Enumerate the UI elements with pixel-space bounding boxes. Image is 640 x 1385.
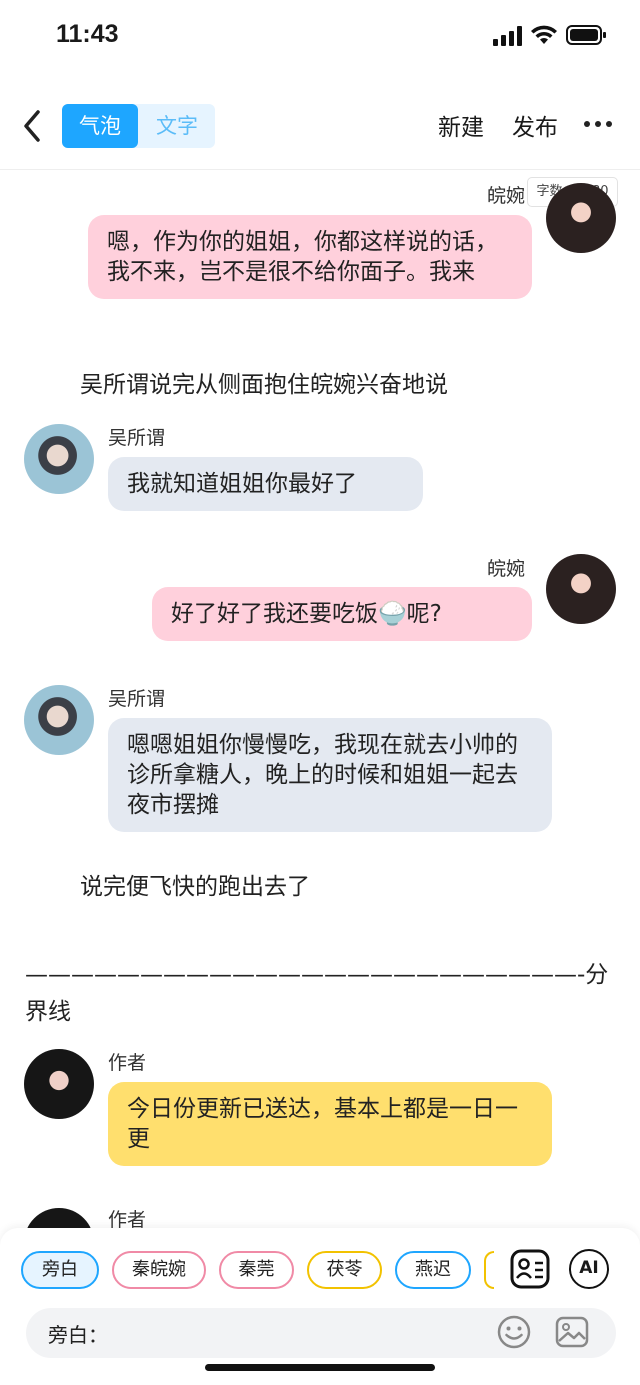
role-chip[interactable]: 秦皖婉 [112, 1251, 206, 1289]
status-bar: 11:43 [0, 0, 640, 70]
narration-text[interactable]: 吴所谓说完从侧面抱住皖婉兴奋地说 [80, 365, 448, 399]
role-chip-partial[interactable] [484, 1251, 494, 1289]
role-chip[interactable]: 燕迟 [395, 1251, 471, 1289]
status-time: 11:43 [56, 20, 119, 48]
ai-button[interactable]: AI [569, 1249, 609, 1289]
bottom-panel: 旁白 秦皖婉 秦莞 茯苓 燕迟 AI 旁白： [0, 1228, 640, 1385]
narration-text[interactable]: 说完便飞快的跑出去了 [80, 867, 310, 901]
new-button[interactable]: 新建 [438, 108, 484, 142]
role-chip-narrator[interactable]: 旁白 [21, 1251, 99, 1289]
wifi-icon [531, 25, 557, 44]
back-arrow-icon[interactable] [18, 106, 48, 146]
sender-name: 作者 [108, 1052, 147, 1074]
home-indicator [205, 1364, 435, 1371]
role-chip[interactable]: 秦莞 [219, 1251, 294, 1289]
avatar-wanwan[interactable] [546, 554, 616, 624]
message-bubble[interactable]: 今日份更新已送达，基本上都是一日一更 [108, 1082, 552, 1166]
divider-text[interactable]: ————————————————————————-分界线 [25, 957, 615, 1031]
image-icon[interactable] [554, 1314, 590, 1350]
avatar-author[interactable] [24, 1049, 94, 1119]
input-bar[interactable]: 旁白： [26, 1308, 616, 1358]
message-bubble[interactable]: 我就知道姐姐你最好了 [108, 457, 423, 511]
role-chip[interactable]: 茯苓 [307, 1251, 382, 1289]
avatar-wusuowei[interactable] [24, 685, 94, 755]
mode-toggle: 气泡 文字 [62, 104, 215, 148]
sender-name: 皖婉 [487, 558, 526, 580]
battery-icon [566, 25, 606, 45]
emoji-icon[interactable] [496, 1314, 532, 1350]
chat-area[interactable]: 皖婉 字数：1380 嗯，作为你的姐姐，你都这样说的话，我不来，岂不是很不给你面… [0, 171, 640, 1231]
message-bubble[interactable]: 嗯嗯姐姐你慢慢吃，我现在就去小帅的诊所拿糖人，晚上的时候和姐姐一起去夜市摆摊 [108, 718, 552, 832]
publish-button[interactable]: 发布 [512, 108, 558, 142]
contact-card-icon[interactable] [510, 1249, 550, 1289]
avatar-wusuowei[interactable] [24, 424, 94, 494]
tab-bubble[interactable]: 气泡 [62, 104, 138, 148]
sender-name: 吴所谓 [108, 688, 166, 710]
message-bubble[interactable]: 好了好了我还要吃饭🍚呢? [152, 587, 532, 641]
signal-icon [493, 26, 522, 46]
more-icon[interactable] [584, 121, 614, 129]
sender-name: 皖婉 [487, 185, 526, 207]
message-bubble[interactable]: 嗯，作为你的姐姐，你都这样说的话，我不来，岂不是很不给你面子。我来 [88, 215, 532, 299]
sender-name: 吴所谓 [108, 427, 166, 449]
tab-text[interactable]: 文字 [139, 104, 215, 148]
top-nav: 气泡 文字 新建 发布 [0, 90, 640, 170]
avatar-wanwan[interactable] [546, 183, 616, 253]
input-label: 旁白： [48, 1323, 108, 1347]
